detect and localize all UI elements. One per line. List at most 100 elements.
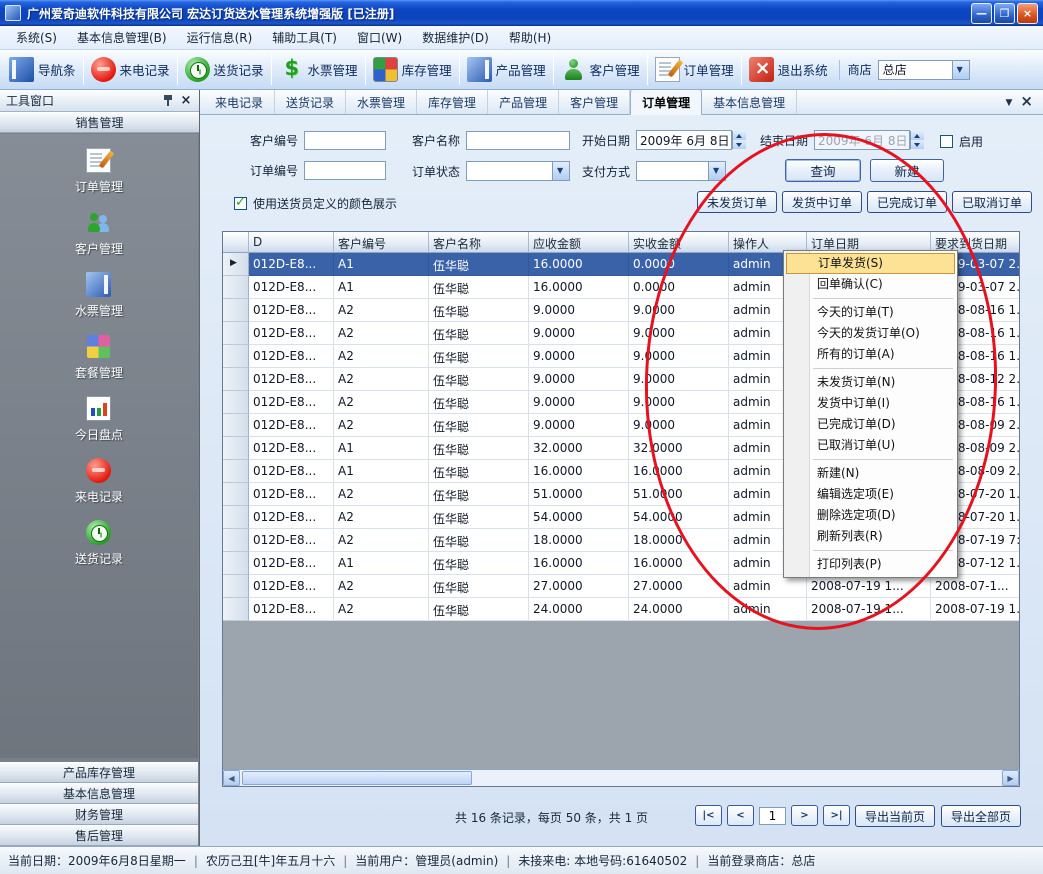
context-menu-item-10[interactable]: 已取消订单(U): [785, 435, 956, 456]
pay-method-select[interactable]: [636, 161, 726, 181]
grid-header-4[interactable]: 实收金额: [629, 232, 729, 253]
table-row[interactable]: 012D-E8...A2伍华聪24.000024.0000admin2008-0…: [223, 598, 1019, 621]
sidebar-item-4[interactable]: 今日盘点: [75, 396, 123, 443]
sidebar-group-1[interactable]: 基本信息管理: [0, 783, 198, 804]
status-filter-button-1[interactable]: 发货中订单: [782, 191, 862, 213]
status-filter-button-2[interactable]: 已完成订单: [867, 191, 947, 213]
row-selector[interactable]: [223, 506, 249, 529]
row-selector[interactable]: [223, 253, 249, 276]
sidebar-item-6[interactable]: 送货记录: [75, 520, 123, 567]
last-page-button[interactable]: >|: [823, 805, 850, 826]
context-menu-item-12[interactable]: 新建(N): [785, 463, 956, 484]
toolbar-order-button[interactable]: 订单管理: [650, 54, 739, 85]
order-no-input[interactable]: [304, 161, 386, 180]
tab-close-icon[interactable]: [1020, 92, 1033, 110]
tab-6[interactable]: 订单管理: [630, 89, 702, 115]
query-button[interactable]: 查询: [785, 159, 861, 182]
toolbar-delivery-records-button[interactable]: 送货记录: [180, 54, 269, 85]
end-date-picker[interactable]: 2009年 6月 8日: [814, 130, 910, 150]
menu-item-4[interactable]: 窗口(W): [347, 26, 412, 49]
combo-arrow-icon[interactable]: [952, 61, 969, 79]
tab-7[interactable]: 基本信息管理: [702, 90, 797, 114]
date-spinner-icon[interactable]: [910, 131, 924, 149]
row-selector[interactable]: [223, 552, 249, 575]
row-selector[interactable]: [223, 414, 249, 437]
tab-3[interactable]: 库存管理: [417, 90, 488, 114]
context-menu-item-9[interactable]: 已完成订单(D): [785, 414, 956, 435]
scroll-left-icon[interactable]: ◀: [223, 770, 240, 786]
scrollbar-thumb[interactable]: [242, 771, 472, 785]
menu-item-2[interactable]: 运行信息(R): [177, 26, 263, 49]
next-page-button[interactable]: >: [791, 805, 818, 826]
row-selector[interactable]: [223, 575, 249, 598]
grid-header-2[interactable]: 客户名称: [429, 232, 529, 253]
sidebar-group-sales[interactable]: 销售管理: [0, 112, 199, 133]
context-menu-item-4[interactable]: 今天的发货订单(O): [785, 323, 956, 344]
page-number-input[interactable]: [759, 807, 786, 825]
enable-checkbox[interactable]: [940, 135, 953, 148]
menu-item-0[interactable]: 系统(S): [6, 26, 67, 49]
menu-item-1[interactable]: 基本信息管理(B): [67, 26, 177, 49]
sidebar-group-2[interactable]: 财务管理: [0, 804, 198, 825]
minimize-button[interactable]: —: [971, 3, 992, 24]
row-selector[interactable]: [223, 276, 249, 299]
combo-arrow-icon[interactable]: [552, 162, 569, 180]
export-all-pages-button[interactable]: 导出全部页: [941, 805, 1021, 827]
export-current-page-button[interactable]: 导出当前页: [855, 805, 935, 827]
row-selector[interactable]: [223, 299, 249, 322]
row-selector[interactable]: [223, 345, 249, 368]
sidebar-item-0[interactable]: 订单管理: [75, 148, 123, 195]
context-menu-item-14[interactable]: 删除选定项(D): [785, 505, 956, 526]
row-selector[interactable]: [223, 529, 249, 552]
menu-item-6[interactable]: 帮助(H): [499, 26, 561, 49]
horizontal-scrollbar[interactable]: ◀ ▶: [223, 769, 1019, 786]
row-selector[interactable]: [223, 322, 249, 345]
context-menu-item-3[interactable]: 今天的订单(T): [785, 302, 956, 323]
color-display-checkbox[interactable]: [234, 197, 247, 210]
toolbar-product-button[interactable]: 产品管理: [462, 54, 551, 85]
grid-header-3[interactable]: 应收金额: [529, 232, 629, 253]
new-button[interactable]: 新建: [870, 159, 944, 182]
sidebar-item-3[interactable]: 套餐管理: [75, 334, 123, 381]
grid-header-1[interactable]: 客户编号: [334, 232, 429, 253]
grid-header-0[interactable]: D: [249, 232, 334, 253]
status-filter-button-0[interactable]: 未发货订单: [697, 191, 777, 213]
pin-icon[interactable]: [163, 94, 173, 107]
menu-item-3[interactable]: 辅助工具(T): [262, 26, 347, 49]
context-menu-item-15[interactable]: 刷新列表(R): [785, 526, 956, 547]
toolbar-navigation-button[interactable]: 导航条: [4, 54, 81, 85]
row-selector[interactable]: [223, 391, 249, 414]
menu-item-5[interactable]: 数据维护(D): [412, 26, 499, 49]
customer-name-input[interactable]: [466, 131, 570, 150]
tool-window-close-icon[interactable]: [179, 93, 193, 108]
tab-2[interactable]: 水票管理: [346, 90, 417, 114]
row-selector[interactable]: [223, 483, 249, 506]
combo-arrow-icon[interactable]: [708, 162, 725, 180]
tab-5[interactable]: 客户管理: [559, 90, 630, 114]
toolbar-call-records-button[interactable]: 来电记录: [86, 54, 175, 85]
order-status-select[interactable]: [466, 161, 570, 181]
first-page-button[interactable]: |<: [695, 805, 722, 826]
context-menu-item-7[interactable]: 未发货订单(N): [785, 372, 956, 393]
toolbar-inventory-button[interactable]: 库存管理: [368, 54, 457, 85]
customer-no-input[interactable]: [304, 131, 386, 150]
store-select[interactable]: 总店: [878, 60, 970, 80]
context-menu-item-17[interactable]: 打印列表(P): [785, 554, 956, 575]
scroll-right-icon[interactable]: ▶: [1002, 770, 1019, 786]
table-row[interactable]: 012D-E8...A2伍华聪27.000027.0000admin2008-0…: [223, 575, 1019, 598]
sidebar-item-2[interactable]: 水票管理: [75, 272, 123, 319]
tab-list-dropdown-icon[interactable]: [1006, 94, 1013, 108]
context-menu-item-0[interactable]: 订单发货(S): [786, 253, 955, 274]
context-menu-item-1[interactable]: 回单确认(C): [785, 274, 956, 295]
context-menu-item-8[interactable]: 发货中订单(I): [785, 393, 956, 414]
restore-button[interactable]: ❐: [994, 3, 1015, 24]
sidebar-item-1[interactable]: 客户管理: [75, 210, 123, 257]
tab-0[interactable]: 来电记录: [204, 90, 275, 114]
sidebar-item-5[interactable]: 来电记录: [75, 458, 123, 505]
toolbar-exit-button[interactable]: 退出系统: [744, 54, 833, 85]
start-date-picker[interactable]: 2009年 6月 8日: [636, 130, 732, 150]
toolbar-water-ticket-button[interactable]: 水票管理: [274, 54, 363, 85]
close-button[interactable]: ×: [1017, 3, 1038, 24]
sidebar-group-0[interactable]: 产品库存管理: [0, 762, 198, 783]
tab-4[interactable]: 产品管理: [488, 90, 559, 114]
